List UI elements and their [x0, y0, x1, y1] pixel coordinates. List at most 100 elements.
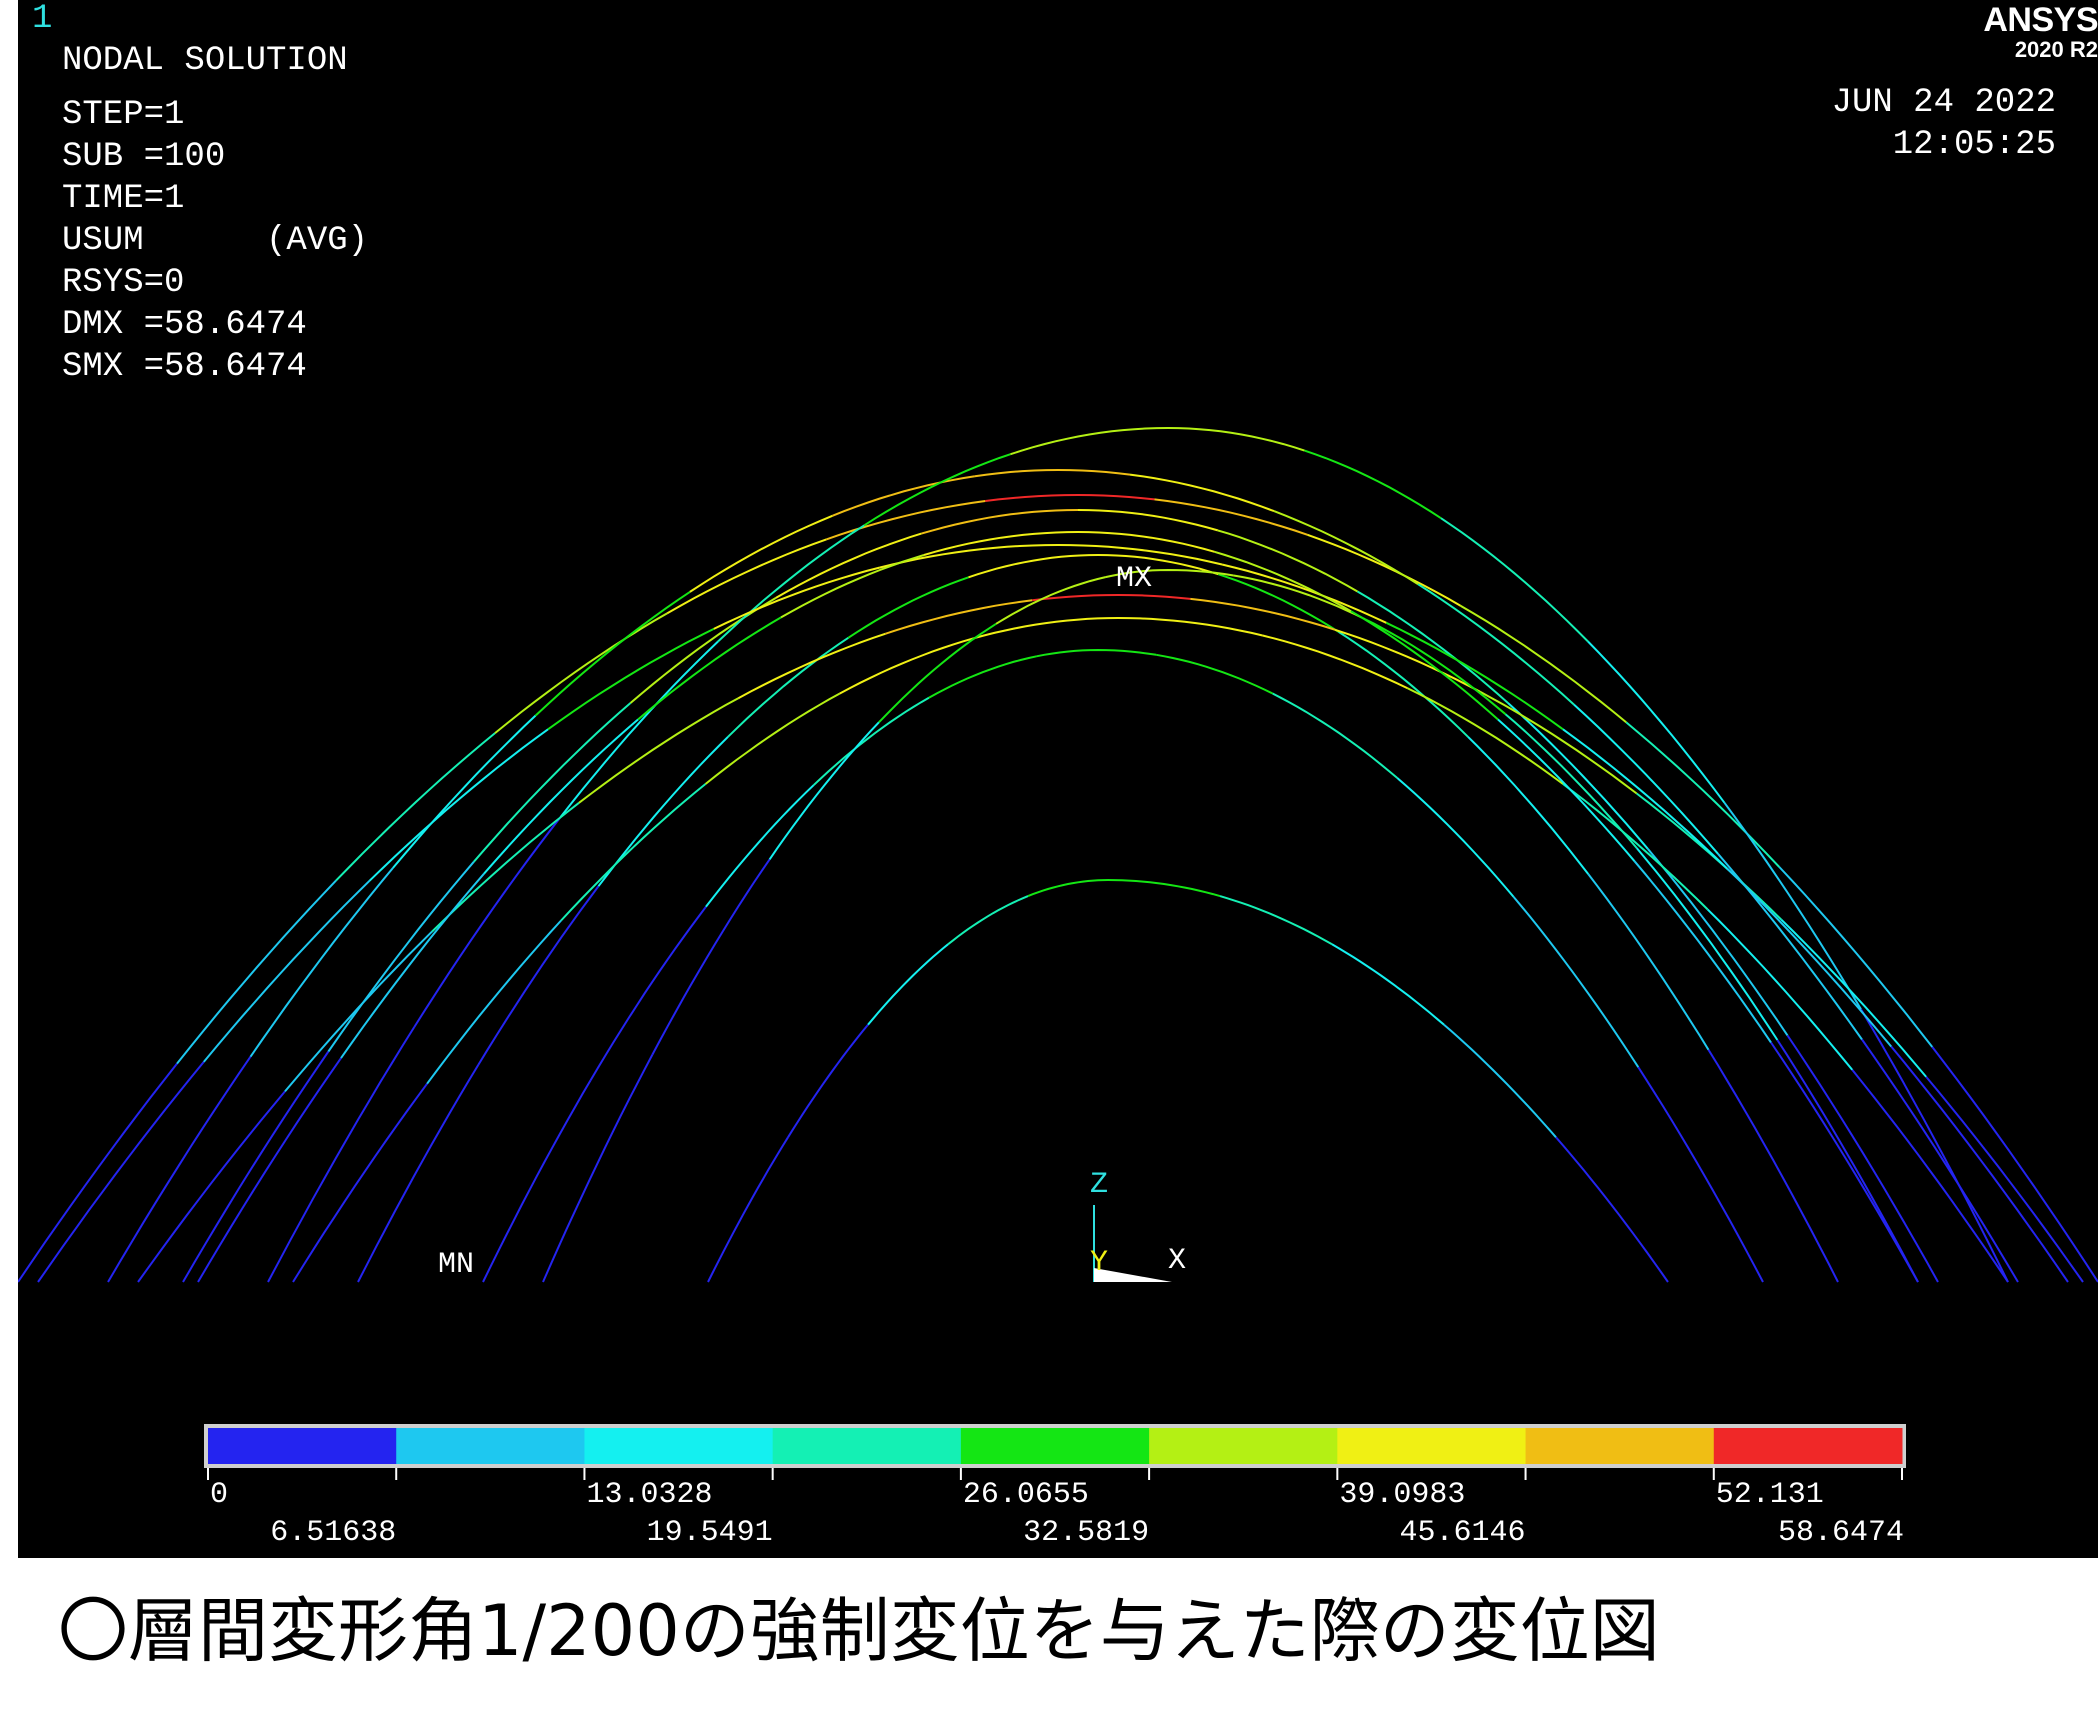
legend-swatch: [396, 1428, 585, 1464]
arch-segment: [1507, 702, 1649, 850]
arch-segment: [705, 784, 815, 908]
arch-segment: [1555, 1136, 1669, 1283]
arch-segment: [413, 816, 562, 1028]
arch-segment: [775, 532, 922, 599]
arch-segment: [637, 616, 782, 721]
arch-segment: [985, 493, 1155, 502]
arch-segment: [928, 655, 1037, 699]
contour-legend: 0 13.0328 26.0655 39.0983 52.131 6.51638 19.5…: [204, 1424, 1906, 1550]
logo-brand: ANSYS: [1983, 1, 2098, 39]
arch-segment: [812, 696, 930, 786]
arch-segment: [1219, 895, 1333, 946]
arch-segment: [494, 612, 668, 734]
graphics-viewport[interactable]: MX MN Z Y X 0 13.0328 26.0655 39.0983 52.131…: [18, 0, 2098, 1558]
arch-segment: [1331, 943, 1445, 1026]
legend-swatch: [584, 1428, 774, 1464]
arch-segment: [392, 714, 537, 869]
arch-segment: [847, 576, 969, 639]
arch-segment: [1786, 1034, 1939, 1283]
usum-line: USUM (AVG): [62, 222, 369, 260]
arch-segment: [37, 1061, 205, 1283]
legend-top-label: 39.0983: [1339, 1478, 1465, 1512]
arch-segment: [1217, 573, 1340, 633]
ansys-logo: ANSYS 2020 R2: [1983, 2, 2098, 62]
solution-title: NODAL SOLUTION: [62, 42, 348, 80]
legend-swatch: [1337, 1428, 1527, 1464]
triad-z-label: Z: [1090, 1168, 1108, 1202]
arch-lines: [18, 427, 2098, 1283]
arch-segment: [1233, 574, 1366, 620]
legend-top-label: 13.0328: [586, 1478, 712, 1512]
arch-segment: [1467, 736, 1590, 875]
solution-info: NODAL SOLUTION STEP=1 SUB =100 TIME=1 US…: [62, 40, 368, 388]
rsys-line: RSYS=0: [62, 264, 185, 302]
arch-segment: [1032, 593, 1191, 602]
arch-segment: [477, 885, 600, 1066]
figure-caption: 〇層間変形角1/200の強制変位を与えた際の変位図: [58, 1590, 1660, 1672]
arch-segment: [1010, 427, 1169, 456]
legend-bottom-label: 32.5819: [1023, 1516, 1149, 1550]
arch-segment: [1707, 1049, 1839, 1283]
arch-segment: [717, 524, 865, 643]
arch-segment: [867, 943, 949, 1026]
smx-line: SMX =58.6474: [62, 348, 307, 386]
arch-segment: [973, 617, 1119, 640]
step-line: STEP=1: [62, 96, 185, 134]
arch-segment: [284, 930, 433, 1093]
arch-segment: [1396, 777, 1515, 898]
arch-segment: [1636, 847, 1779, 1041]
arch-segment: [1706, 908, 1854, 1071]
arch-segment: [923, 531, 1079, 556]
arch-segment: [137, 1090, 286, 1283]
arch-segment: [780, 554, 925, 619]
arch-segment: [1459, 604, 1627, 724]
arch-segment: [335, 732, 496, 882]
arch-segment: [1262, 634, 1408, 690]
legend-bottom-label: 58.6474: [1778, 1516, 1904, 1550]
legend-bottom-label: 45.6146: [1400, 1516, 1526, 1550]
arch-segment: [368, 728, 549, 882]
arch-segment: [1156, 653, 1274, 695]
arch-segment: [1077, 531, 1215, 553]
arch-segment: [1931, 1046, 2098, 1283]
arch-segment: [1573, 703, 1719, 855]
arch-segment: [968, 554, 1099, 579]
arch-segment: [1770, 1041, 1919, 1283]
arch-segment: [1077, 509, 1219, 532]
arch-segment: [542, 1054, 654, 1283]
arch-segment: [1443, 1023, 1557, 1138]
arch-segment: [974, 468, 1131, 478]
arch-segment: [482, 1079, 592, 1283]
legend-swatch: [208, 1428, 397, 1464]
timestamp: JUN 24 2022 12:05:25: [1832, 82, 2056, 166]
arch-segment: [879, 544, 1059, 569]
legend-swatch: [772, 1428, 962, 1464]
arch-segment: [832, 475, 976, 517]
legend-bottom-label: 6.51638: [270, 1516, 396, 1550]
arch-segment: [197, 1057, 342, 1283]
arch-segment: [1129, 473, 1275, 513]
arch-segment: [597, 736, 729, 887]
time-text: 12:05:25: [1892, 126, 2056, 164]
arch-segment: [629, 597, 777, 704]
arch-segment: [1440, 517, 1589, 643]
arch-segment: [1107, 879, 1221, 898]
sub-line: SUB =100: [62, 138, 226, 176]
arch-segment: [267, 1026, 416, 1283]
arch-segment: [1637, 1066, 1764, 1283]
arch-segment: [1036, 648, 1157, 658]
triad-y-label: Y: [1090, 1246, 1108, 1280]
arch-segment: [1167, 427, 1305, 452]
arch-segment: [995, 576, 1106, 625]
arch-segment: [689, 514, 833, 593]
arch-segment: [1273, 510, 1419, 586]
window-number: 1: [32, 0, 53, 38]
arch-segment: [1027, 879, 1109, 898]
arch-segment: [707, 1136, 789, 1283]
coordinate-triad: Z Y X: [1090, 1168, 1186, 1282]
max-marker: MX: [1116, 562, 1152, 596]
arch-segment: [560, 783, 707, 922]
legend-top-label: 26.0655: [963, 1478, 1089, 1512]
arch-segment: [1117, 617, 1263, 637]
arch-segment: [1647, 848, 1789, 1036]
